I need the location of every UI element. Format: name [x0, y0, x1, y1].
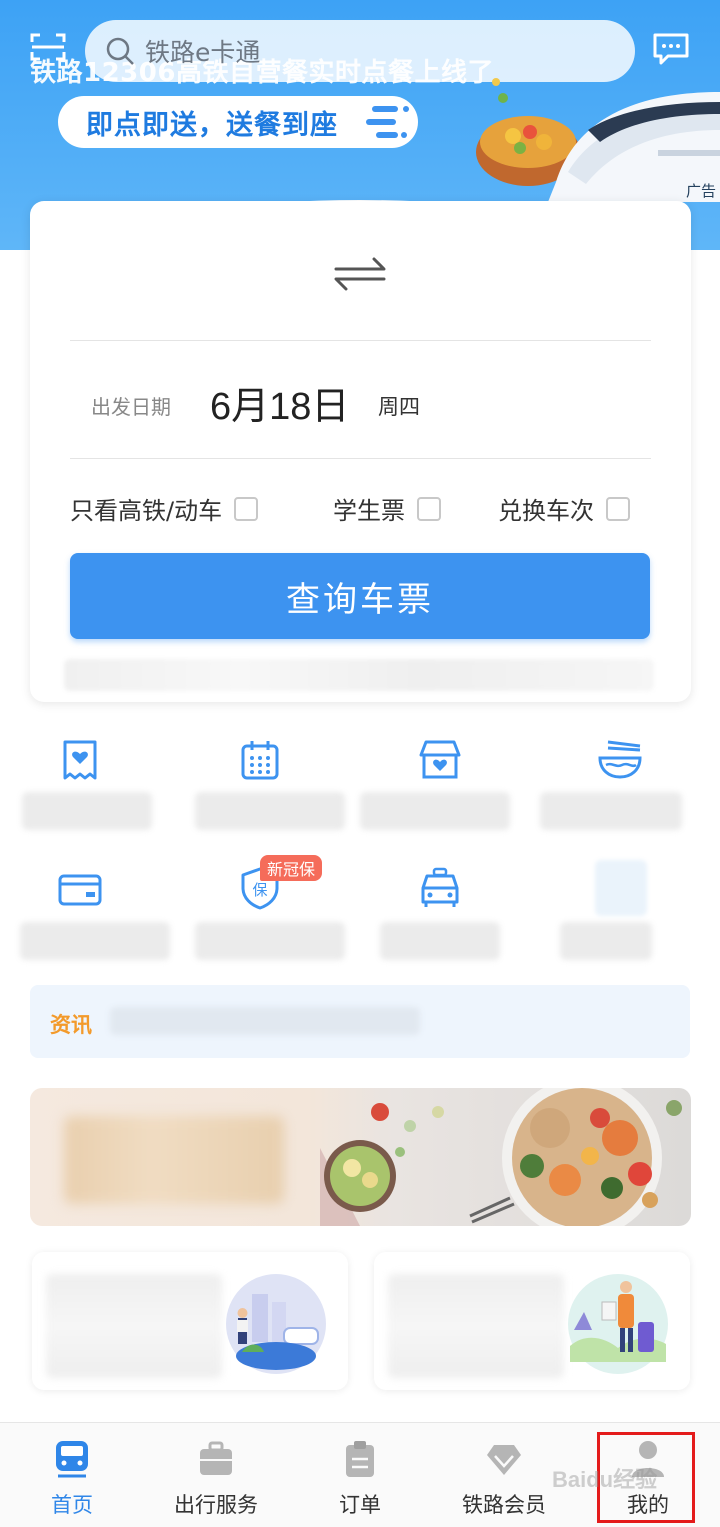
- tab-label: 首页: [51, 1493, 93, 1517]
- tab-label: 出行服务: [174, 1493, 258, 1517]
- option-label: 兑换车次: [498, 497, 594, 525]
- search-icon: [106, 37, 134, 65]
- weekday-label: 周四: [378, 395, 420, 419]
- ad-slogan-pill: 即点即送，送餐到座: [58, 96, 418, 148]
- blurred-service-label: [22, 792, 152, 830]
- new-insurance-badge: 新冠保: [260, 855, 323, 881]
- ticket-search-card: 出发日期 6月18日 周四 只看高铁/动车 学生票 兑换车次 查询车票: [30, 201, 691, 702]
- car-icon[interactable]: [418, 866, 462, 910]
- briefcase-icon: [200, 1441, 232, 1475]
- diamond-icon: [487, 1445, 521, 1475]
- promo-card-travel[interactable]: [374, 1252, 690, 1390]
- blurred-service-label: [560, 922, 652, 960]
- highspeed-only-option[interactable]: 只看高铁/动车: [70, 491, 259, 526]
- food-promo-banner[interactable]: [30, 1088, 691, 1226]
- food-plate-image: [320, 1088, 682, 1226]
- blurred-news-text: [110, 1007, 420, 1035]
- divider: [70, 340, 651, 341]
- blurred-service-label: [380, 922, 500, 960]
- search-placeholder: 铁路e卡通: [145, 38, 261, 67]
- clipboard-icon: [346, 1441, 374, 1477]
- blurred-service-label: [195, 792, 345, 830]
- exchange-train-checkbox[interactable]: [606, 496, 630, 521]
- shop-icon[interactable]: [418, 738, 462, 782]
- speed-lines-icon: [366, 106, 409, 138]
- divider: [70, 458, 651, 459]
- tab-travel-services[interactable]: 出行服务: [144, 1423, 288, 1527]
- blurred-icon[interactable]: [595, 860, 647, 916]
- blurred-history: [64, 659, 654, 691]
- insurance-icon-text: 保: [252, 881, 267, 899]
- departure-date-value[interactable]: 6月18日: [210, 375, 349, 430]
- tab-home[interactable]: 首页: [0, 1423, 144, 1527]
- blurred-banner-text: [64, 1116, 284, 1204]
- swap-stations-icon[interactable]: [330, 253, 390, 293]
- card-icon[interactable]: [58, 868, 102, 912]
- tab-label: 铁路会员: [462, 1493, 546, 1517]
- tab-label: 订单: [339, 1493, 381, 1517]
- tab-orders[interactable]: 订单: [288, 1423, 432, 1527]
- calendar-icon[interactable]: [238, 738, 282, 782]
- train-food-illustration: [476, 78, 720, 202]
- news-bar[interactable]: 资讯: [30, 985, 690, 1058]
- ticket-heart-icon[interactable]: [58, 738, 102, 782]
- highspeed-only-checkbox[interactable]: [234, 496, 259, 521]
- option-label: 学生票: [333, 497, 405, 525]
- blurred-service-label: [360, 792, 510, 830]
- blurred-service-label: [195, 922, 345, 960]
- student-ticket-option[interactable]: 学生票: [333, 491, 441, 526]
- student-ticket-checkbox[interactable]: [417, 496, 441, 521]
- blurred-promo-text: [388, 1274, 564, 1378]
- promo-card-business-travel[interactable]: [32, 1252, 348, 1390]
- option-label: 只看高铁/动车: [70, 497, 223, 525]
- blurred-service-label: [540, 792, 682, 830]
- traveler-luggage-illustration: [568, 1274, 668, 1374]
- exchange-train-option[interactable]: 兑换车次: [498, 491, 630, 526]
- business-traveler-illustration: [226, 1274, 326, 1374]
- blurred-promo-text: [46, 1274, 222, 1378]
- ad-slogan: 即点即送，送餐到座: [86, 109, 338, 141]
- query-tickets-button[interactable]: 查询车票: [70, 553, 650, 639]
- train-icon: [56, 1441, 88, 1478]
- ad-tag: 广告: [686, 182, 717, 200]
- watermark: Baidu经验: [552, 1467, 658, 1492]
- blurred-service-label: [20, 922, 170, 960]
- noodle-bowl-icon[interactable]: [598, 738, 642, 782]
- news-label: 资讯: [50, 1013, 92, 1037]
- departure-date-label: 出发日期: [91, 395, 171, 419]
